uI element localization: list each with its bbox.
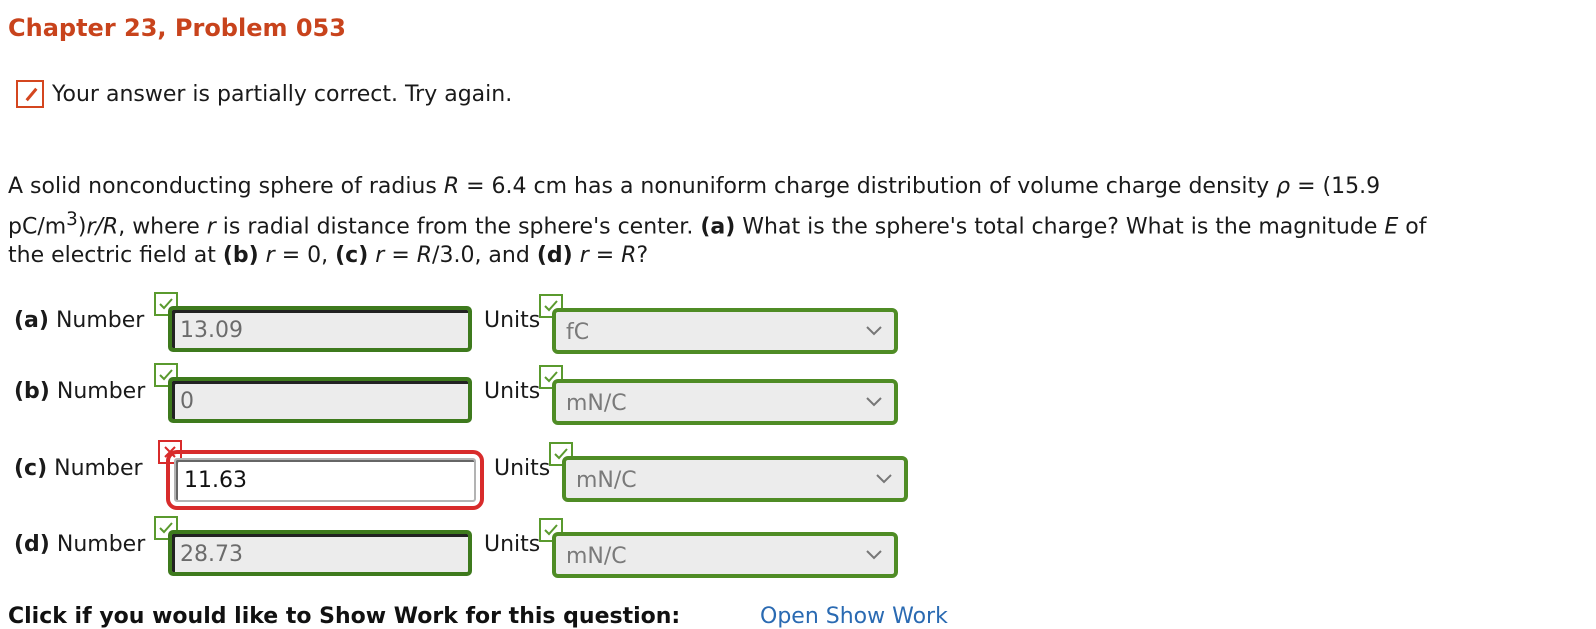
chevron-down-icon bbox=[866, 326, 882, 336]
problem-line-1: A solid nonconducting sphere of radius R… bbox=[8, 174, 1381, 199]
units-label-b: Units bbox=[484, 379, 541, 404]
number-input-a[interactable]: 13.09 bbox=[168, 306, 472, 352]
units-value-c: mN/C bbox=[576, 468, 637, 493]
units-label-a: Units bbox=[484, 308, 541, 333]
number-input-c[interactable]: 11.63 bbox=[166, 450, 484, 510]
chevron-down-icon bbox=[866, 397, 882, 407]
number-label-a: (a) Number bbox=[14, 308, 145, 333]
status-message: Your answer is partially correct. Try ag… bbox=[52, 81, 513, 107]
units-value-a: fC bbox=[566, 320, 590, 345]
chevron-down-icon bbox=[876, 474, 892, 484]
open-show-work-link[interactable]: Open Show Work bbox=[760, 604, 948, 629]
units-select-a[interactable]: fC bbox=[552, 308, 898, 354]
units-label-d: Units bbox=[484, 532, 541, 557]
pencil-icon bbox=[16, 80, 44, 108]
chevron-down-icon bbox=[866, 550, 882, 560]
show-work-prompt: Click if you would like to Show Work for… bbox=[8, 604, 681, 629]
number-label-d: (d) Number bbox=[14, 532, 146, 557]
units-value-b: mN/C bbox=[566, 391, 627, 416]
number-label-b: (b) Number bbox=[14, 379, 146, 404]
problem-line-3: the electric field at (b) r = 0, (c) r =… bbox=[8, 243, 649, 269]
page-title: Chapter 23, Problem 053 bbox=[8, 14, 346, 42]
answer-row-d: (d) Number 28.73 Units mN/C bbox=[0, 514, 1596, 604]
units-value-d: mN/C bbox=[566, 544, 627, 569]
problem-line-2: pC/m3)r/R, where r is radial distance fr… bbox=[8, 209, 1427, 240]
number-input-b[interactable]: 0 bbox=[168, 377, 472, 423]
units-label-c: Units bbox=[494, 456, 551, 481]
number-label-c: (c) Number bbox=[14, 456, 143, 481]
units-select-c[interactable]: mN/C bbox=[562, 456, 908, 502]
units-select-b[interactable]: mN/C bbox=[552, 379, 898, 425]
problem-statement: A solid nonconducting sphere of radius R… bbox=[8, 170, 1588, 272]
answer-status: Your answer is partially correct. Try ag… bbox=[16, 78, 512, 110]
number-input-d[interactable]: 28.73 bbox=[168, 530, 472, 576]
units-select-d[interactable]: mN/C bbox=[552, 532, 898, 578]
